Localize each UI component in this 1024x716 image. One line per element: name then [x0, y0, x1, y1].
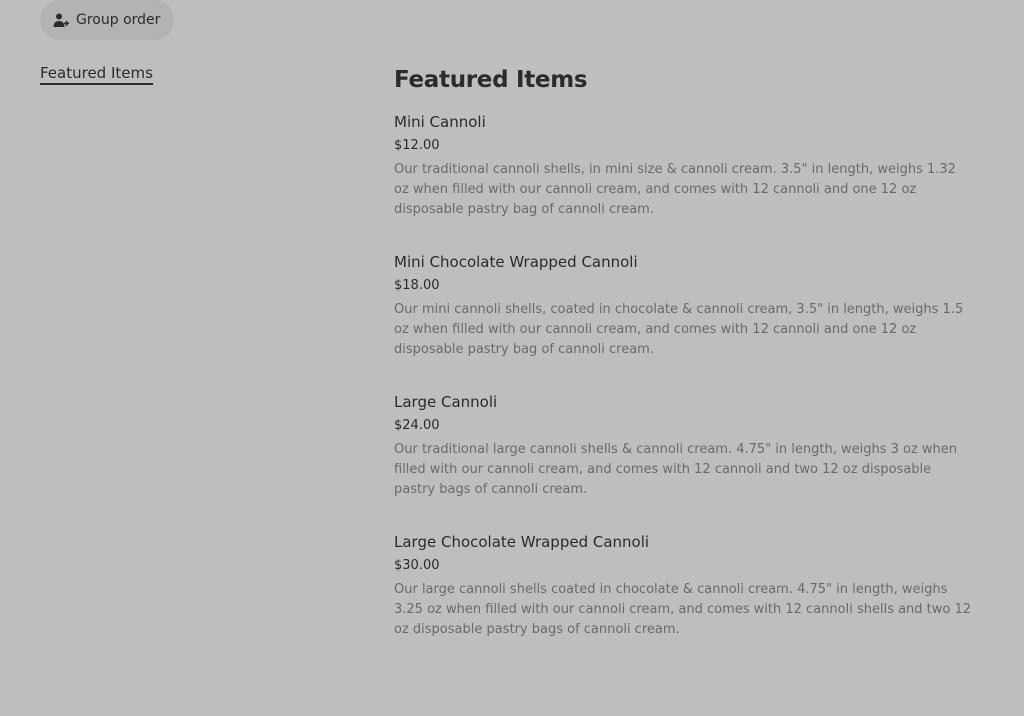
section-title: Featured Items [394, 67, 588, 93]
menu-item-large-cannoli[interactable]: Large Cannoli $24.00 Our traditional lar… [394, 392, 978, 500]
menu-item-large-chocolate-wrapped-cannoli[interactable]: Large Chocolate Wrapped Cannoli $30.00 O… [394, 532, 978, 640]
item-price: $24.00 [394, 418, 440, 433]
item-name: Mini Chocolate Wrapped Cannoli [394, 253, 638, 271]
item-name: Large Cannoli [394, 393, 498, 411]
item-description: Our traditional cannoli shells, in mini … [394, 162, 956, 217]
item-description: Our traditional large cannoli shells & c… [394, 442, 958, 497]
item-name: Large Chocolate Wrapped Cannoli [394, 533, 650, 551]
group-order-button[interactable]: Group order [40, 0, 174, 40]
menu-item-mini-chocolate-wrapped-cannoli[interactable]: Mini Chocolate Wrapped Cannoli $18.00 Ou… [394, 252, 978, 360]
category-nav-item-featured[interactable]: Featured Items [40, 64, 153, 85]
person-add-icon [53, 12, 69, 28]
item-description: Our mini cannoli shells, coated in choco… [394, 302, 964, 357]
item-price: $30.00 [394, 558, 440, 573]
menu-section: Featured Items Mini Cannoli $12.00 Our t… [394, 64, 978, 637]
store-menu-page: Group order Featured Items Featured Item… [0, 0, 1024, 716]
category-nav: Featured Items [40, 63, 153, 85]
group-order-label: Group order [76, 12, 161, 28]
item-price: $12.00 [394, 138, 440, 153]
item-description: Our large cannoli shells coated in choco… [394, 582, 972, 637]
menu-item-mini-cannoli[interactable]: Mini Cannoli $12.00 Our traditional cann… [394, 112, 978, 220]
item-name: Mini Cannoli [394, 113, 486, 131]
item-price: $18.00 [394, 278, 440, 293]
